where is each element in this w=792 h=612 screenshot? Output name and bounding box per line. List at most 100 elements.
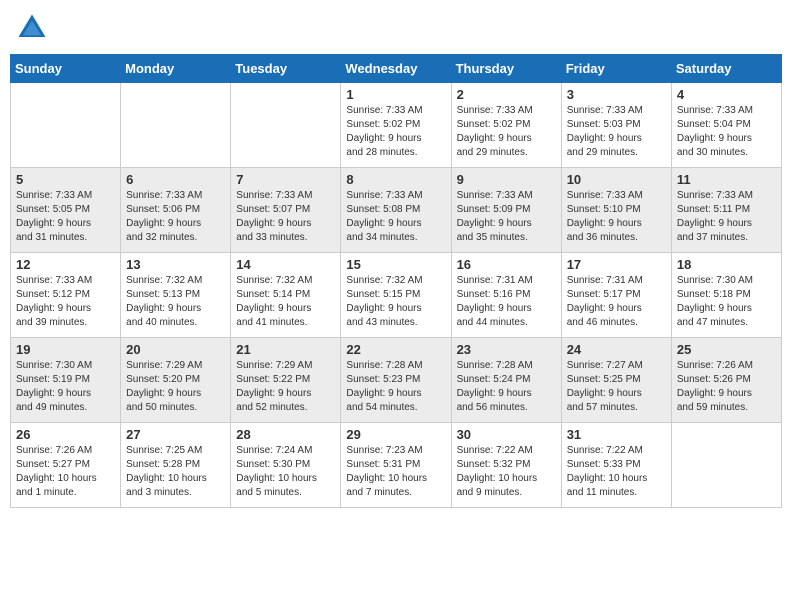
day-number: 4: [677, 87, 776, 102]
calendar-cell: 29 Sunrise: 7:23 AM Sunset: 5:31 PM Dayli…: [341, 423, 451, 508]
day-info: Sunrise: 7:33 AM Sunset: 5:08 PM Dayligh…: [346, 189, 445, 245]
logo: [14, 10, 54, 46]
day-info: Sunrise: 7:33 AM Sunset: 5:03 PM Dayligh…: [567, 104, 666, 160]
calendar-cell: 30 Sunrise: 7:22 AM Sunset: 5:32 PM Dayli…: [451, 423, 561, 508]
day-info: Sunrise: 7:31 AM Sunset: 5:17 PM Dayligh…: [567, 274, 666, 330]
header-row: SundayMondayTuesdayWednesdayThursdayFrid…: [11, 55, 782, 83]
calendar-cell: 2 Sunrise: 7:33 AM Sunset: 5:02 PM Daylig…: [451, 83, 561, 168]
day-info: Sunrise: 7:32 AM Sunset: 5:13 PM Dayligh…: [126, 274, 225, 330]
calendar-cell: 10 Sunrise: 7:33 AM Sunset: 5:10 PM Dayli…: [561, 168, 671, 253]
day-number: 17: [567, 257, 666, 272]
day-number: 9: [457, 172, 556, 187]
calendar-cell: 20 Sunrise: 7:29 AM Sunset: 5:20 PM Dayli…: [121, 338, 231, 423]
calendar-cell: 28 Sunrise: 7:24 AM Sunset: 5:30 PM Dayli…: [231, 423, 341, 508]
day-info: Sunrise: 7:26 AM Sunset: 5:27 PM Dayligh…: [16, 444, 115, 500]
calendar-cell: [121, 83, 231, 168]
day-info: Sunrise: 7:22 AM Sunset: 5:32 PM Dayligh…: [457, 444, 556, 500]
day-number: 15: [346, 257, 445, 272]
page-header: [10, 10, 782, 46]
calendar-cell: 24 Sunrise: 7:27 AM Sunset: 5:25 PM Dayli…: [561, 338, 671, 423]
calendar-cell: 7 Sunrise: 7:33 AM Sunset: 5:07 PM Daylig…: [231, 168, 341, 253]
day-info: Sunrise: 7:32 AM Sunset: 5:15 PM Dayligh…: [346, 274, 445, 330]
day-info: Sunrise: 7:28 AM Sunset: 5:24 PM Dayligh…: [457, 359, 556, 415]
day-header: Friday: [561, 55, 671, 83]
calendar-cell: 23 Sunrise: 7:28 AM Sunset: 5:24 PM Dayli…: [451, 338, 561, 423]
day-header: Saturday: [671, 55, 781, 83]
day-number: 30: [457, 427, 556, 442]
day-number: 5: [16, 172, 115, 187]
calendar-cell: 17 Sunrise: 7:31 AM Sunset: 5:17 PM Dayli…: [561, 253, 671, 338]
calendar-cell: 26Sunrise: 7:26 AM Sunset: 5:27 PM Dayli…: [11, 423, 121, 508]
day-number: 18: [677, 257, 776, 272]
day-number: 16: [457, 257, 556, 272]
day-info: Sunrise: 7:31 AM Sunset: 5:16 PM Dayligh…: [457, 274, 556, 330]
day-info: Sunrise: 7:33 AM Sunset: 5:11 PM Dayligh…: [677, 189, 776, 245]
calendar-cell: 22 Sunrise: 7:28 AM Sunset: 5:23 PM Dayli…: [341, 338, 451, 423]
day-info: Sunrise: 7:30 AM Sunset: 5:18 PM Dayligh…: [677, 274, 776, 330]
day-number: 23: [457, 342, 556, 357]
day-info: Sunrise: 7:25 AM Sunset: 5:28 PM Dayligh…: [126, 444, 225, 500]
day-info: Sunrise: 7:33 AM Sunset: 5:02 PM Dayligh…: [457, 104, 556, 160]
week-row: 1 Sunrise: 7:33 AM Sunset: 5:02 PM Daylig…: [11, 83, 782, 168]
logo-icon: [14, 10, 50, 46]
day-info: Sunrise: 7:30 AM Sunset: 5:19 PM Dayligh…: [16, 359, 115, 415]
calendar-cell: 25Sunrise: 7:26 AM Sunset: 5:26 PM Dayli…: [671, 338, 781, 423]
day-number: 27: [126, 427, 225, 442]
day-info: Sunrise: 7:33 AM Sunset: 5:06 PM Dayligh…: [126, 189, 225, 245]
day-number: 1: [346, 87, 445, 102]
day-info: Sunrise: 7:29 AM Sunset: 5:20 PM Dayligh…: [126, 359, 225, 415]
calendar-cell: 19 Sunrise: 7:30 AM Sunset: 5:19 PM Dayli…: [11, 338, 121, 423]
day-header: Sunday: [11, 55, 121, 83]
calendar-cell: 27 Sunrise: 7:25 AM Sunset: 5:28 PM Dayli…: [121, 423, 231, 508]
week-row: 26Sunrise: 7:26 AM Sunset: 5:27 PM Dayli…: [11, 423, 782, 508]
calendar-cell: 6 Sunrise: 7:33 AM Sunset: 5:06 PM Daylig…: [121, 168, 231, 253]
calendar-cell: 9 Sunrise: 7:33 AM Sunset: 5:09 PM Daylig…: [451, 168, 561, 253]
day-number: 19: [16, 342, 115, 357]
week-row: 12 Sunrise: 7:33 AM Sunset: 5:12 PM Dayli…: [11, 253, 782, 338]
day-info: Sunrise: 7:22 AM Sunset: 5:33 PM Dayligh…: [567, 444, 666, 500]
calendar-cell: 16 Sunrise: 7:31 AM Sunset: 5:16 PM Dayli…: [451, 253, 561, 338]
calendar-cell: [231, 83, 341, 168]
day-number: 21: [236, 342, 335, 357]
day-info: Sunrise: 7:33 AM Sunset: 5:12 PM Dayligh…: [16, 274, 115, 330]
day-number: 13: [126, 257, 225, 272]
day-number: 7: [236, 172, 335, 187]
calendar-cell: 18 Sunrise: 7:30 AM Sunset: 5:18 PM Dayli…: [671, 253, 781, 338]
day-info: Sunrise: 7:33 AM Sunset: 5:07 PM Dayligh…: [236, 189, 335, 245]
calendar-table: SundayMondayTuesdayWednesdayThursdayFrid…: [10, 54, 782, 508]
day-info: Sunrise: 7:26 AM Sunset: 5:26 PM Dayligh…: [677, 359, 776, 415]
week-row: 5 Sunrise: 7:33 AM Sunset: 5:05 PM Daylig…: [11, 168, 782, 253]
day-number: 10: [567, 172, 666, 187]
day-info: Sunrise: 7:24 AM Sunset: 5:30 PM Dayligh…: [236, 444, 335, 500]
day-info: Sunrise: 7:33 AM Sunset: 5:10 PM Dayligh…: [567, 189, 666, 245]
day-number: 12: [16, 257, 115, 272]
day-number: 11: [677, 172, 776, 187]
day-info: Sunrise: 7:27 AM Sunset: 5:25 PM Dayligh…: [567, 359, 666, 415]
day-number: 6: [126, 172, 225, 187]
day-number: 3: [567, 87, 666, 102]
week-row: 19 Sunrise: 7:30 AM Sunset: 5:19 PM Dayli…: [11, 338, 782, 423]
day-info: Sunrise: 7:28 AM Sunset: 5:23 PM Dayligh…: [346, 359, 445, 415]
day-number: 20: [126, 342, 225, 357]
day-number: 28: [236, 427, 335, 442]
day-info: Sunrise: 7:29 AM Sunset: 5:22 PM Dayligh…: [236, 359, 335, 415]
calendar-cell: 4 Sunrise: 7:33 AM Sunset: 5:04 PM Daylig…: [671, 83, 781, 168]
calendar-cell: 14 Sunrise: 7:32 AM Sunset: 5:14 PM Dayli…: [231, 253, 341, 338]
day-number: 14: [236, 257, 335, 272]
day-info: Sunrise: 7:33 AM Sunset: 5:04 PM Dayligh…: [677, 104, 776, 160]
day-number: 22: [346, 342, 445, 357]
calendar-cell: [11, 83, 121, 168]
day-info: Sunrise: 7:33 AM Sunset: 5:09 PM Dayligh…: [457, 189, 556, 245]
calendar-cell: 13 Sunrise: 7:32 AM Sunset: 5:13 PM Dayli…: [121, 253, 231, 338]
calendar-cell: 5 Sunrise: 7:33 AM Sunset: 5:05 PM Daylig…: [11, 168, 121, 253]
day-number: 8: [346, 172, 445, 187]
day-number: 2: [457, 87, 556, 102]
day-number: 24: [567, 342, 666, 357]
calendar-cell: 31Sunrise: 7:22 AM Sunset: 5:33 PM Dayli…: [561, 423, 671, 508]
day-header: Thursday: [451, 55, 561, 83]
day-header: Monday: [121, 55, 231, 83]
day-number: 29: [346, 427, 445, 442]
day-info: Sunrise: 7:23 AM Sunset: 5:31 PM Dayligh…: [346, 444, 445, 500]
day-info: Sunrise: 7:32 AM Sunset: 5:14 PM Dayligh…: [236, 274, 335, 330]
day-info: Sunrise: 7:33 AM Sunset: 5:05 PM Dayligh…: [16, 189, 115, 245]
